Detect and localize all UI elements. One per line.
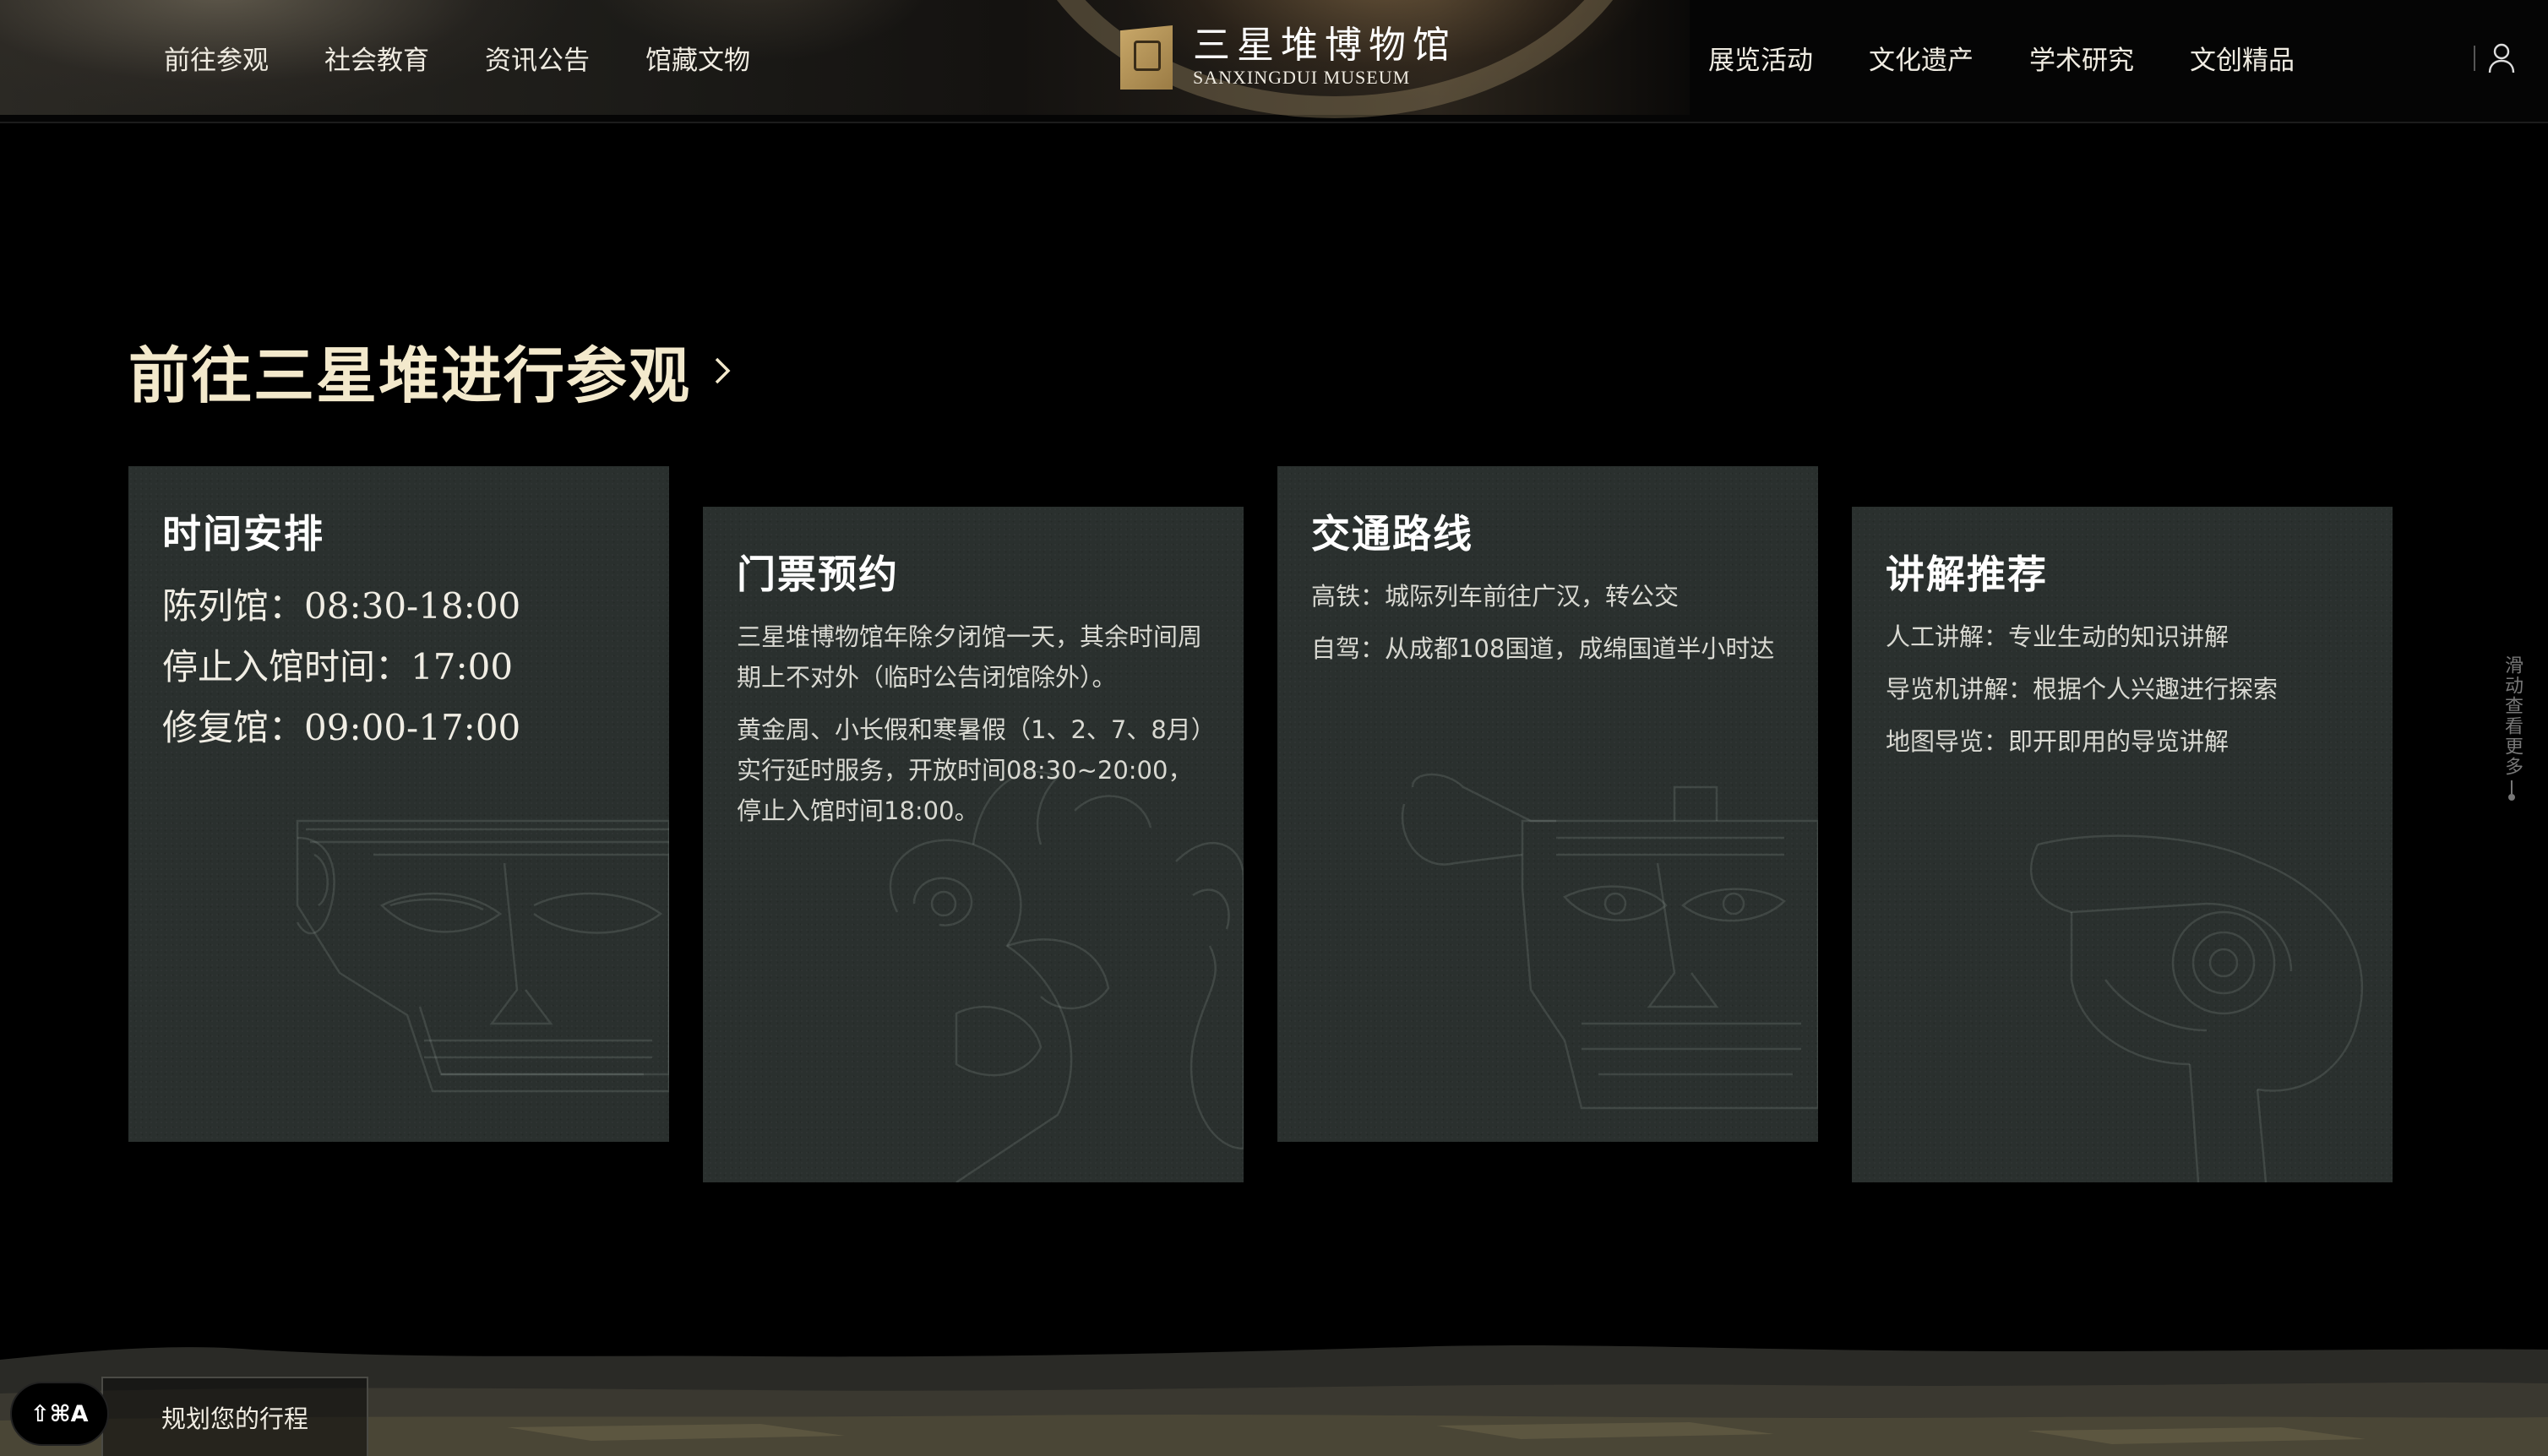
museum-logo[interactable]: 三星堆博物馆 SANXINGDUI MUSEUM (1120, 25, 1456, 90)
logo-en-name: SANXINGDUI MUSEUM (1193, 67, 1411, 88)
card-line: 自驾：从成都108国道，成绵国道半小时达 (1311, 634, 1775, 663)
card-body: 三星堆博物馆年除夕闭馆一天，其余时间周期上不对外（临时公告闭馆除外）。 黄金周、… (737, 617, 1210, 843)
section-title-link[interactable]: 前往三星堆进行参观 (128, 326, 735, 415)
card-title: 时间安排 (162, 511, 324, 557)
bronze-mask-art (1401, 773, 1818, 1110)
card-tickets[interactable]: 门票预约 三星堆博物馆年除夕闭馆一天，其余时间周期上不对外（临时公告闭馆除外）。… (703, 507, 1244, 1182)
nav-divider (2474, 46, 2475, 71)
card-title: 交通路线 (1311, 511, 1473, 557)
section-title: 前往三星堆进行参观 (128, 340, 692, 411)
nav-item-shop[interactable]: 文创精品 (2190, 39, 2295, 77)
bronze-mask-art (296, 819, 669, 1093)
scroll-hint: 滑动查看更多 (2499, 655, 2524, 801)
shortcut-label: ⇧⌘A (30, 1400, 89, 1427)
bronze-bird-art (889, 770, 1244, 1182)
scroll-hint-line (2511, 780, 2513, 794)
card-guide[interactable]: 讲解推荐 人工讲解：专业生动的知识讲解 导览机讲解：根据个人兴趣进行探索 地图导… (1852, 507, 2393, 1182)
card-line: 人工讲解：专业生动的知识讲解 (1886, 622, 2230, 651)
logo-text: 三星堆博物馆 SANXINGDUI MUSEUM (1193, 25, 1456, 90)
plan-trip-label: 规划您的行程 (161, 1404, 308, 1433)
nav-item-visit[interactable]: 前往参观 (164, 39, 269, 77)
card-line: 黄金周、小长假和寒暑假（1、2、7、8月）实行延时服务，开放时间08:30~20… (737, 715, 1204, 825)
card-line: 导览机讲解：根据个人兴趣进行探索 (1886, 675, 2278, 704)
card-line: 停止入馆时间：17:00 (162, 646, 514, 687)
card-line: 高铁：城际列车前往广汉，转公交 (1311, 582, 1680, 611)
scroll-hint-dot (2508, 794, 2515, 801)
card-title: 讲解推荐 (1886, 551, 2048, 597)
card-schedule[interactable]: 时间安排 陈列馆：08:30-18:00 停止入馆时间：17:00 修复馆：09… (128, 466, 669, 1142)
nav-item-news[interactable]: 资讯公告 (485, 39, 590, 77)
shortcut-badge[interactable]: ⇧⌘A (10, 1382, 109, 1446)
nav-item-heritage[interactable]: 文化遗产 (1869, 39, 1974, 77)
nav-item-exhibitions[interactable]: 展览活动 (1708, 39, 1813, 77)
header-divider (0, 122, 2548, 123)
landscape-art (0, 1345, 2548, 1456)
nav-item-research[interactable]: 学术研究 (2029, 39, 2134, 77)
card-line: 三星堆博物馆年除夕闭馆一天，其余时间周期上不对外（临时公告闭馆除外）。 (737, 622, 1203, 692)
chevron-right-icon (715, 357, 731, 383)
plan-trip-button[interactable]: 规划您的行程 (101, 1377, 368, 1456)
card-body: 陈列馆：08:30-18:00 停止入馆时间：17:00 修复馆：09:00-1… (162, 576, 635, 758)
nav-left: 前往参观 社会教育 资讯公告 馆藏文物 (164, 39, 750, 77)
logo-emblem-icon (1120, 25, 1173, 90)
card-line: 地图导览：即开即用的导览讲解 (1886, 727, 2230, 756)
card-transport[interactable]: 交通路线 高铁：城际列车前往广汉，转公交 自驾：从成都108国道，成绵国道半小时… (1277, 466, 1818, 1142)
card-body: 高铁：城际列车前往广汉，转公交 自驾：从成都108国道，成绵国道半小时达 (1311, 576, 1784, 681)
site-header: 前往参观 社会教育 资讯公告 馆藏文物 三星堆博物馆 SANXINGDUI MU… (0, 0, 2548, 122)
card-title: 门票预约 (737, 551, 899, 597)
card-line: 陈列馆：08:30-18:00 (162, 585, 521, 627)
nav-item-collection[interactable]: 馆藏文物 (645, 39, 750, 77)
card-line: 修复馆：09:00-17:00 (162, 707, 521, 748)
bronze-ornament-art (2029, 834, 2364, 1182)
nav-item-education[interactable]: 社会教育 (324, 39, 429, 77)
logo-cn-name: 三星堆博物馆 (1193, 24, 1456, 67)
nav-right: 展览活动 文化遗产 学术研究 文创精品 (1708, 39, 2295, 77)
card-body: 人工讲解：专业生动的知识讲解 导览机讲解：根据个人兴趣进行探索 地图导览：即开即… (1886, 617, 2359, 774)
user-icon[interactable] (2487, 42, 2516, 74)
scroll-hint-text: 滑动查看更多 (2502, 655, 2523, 777)
